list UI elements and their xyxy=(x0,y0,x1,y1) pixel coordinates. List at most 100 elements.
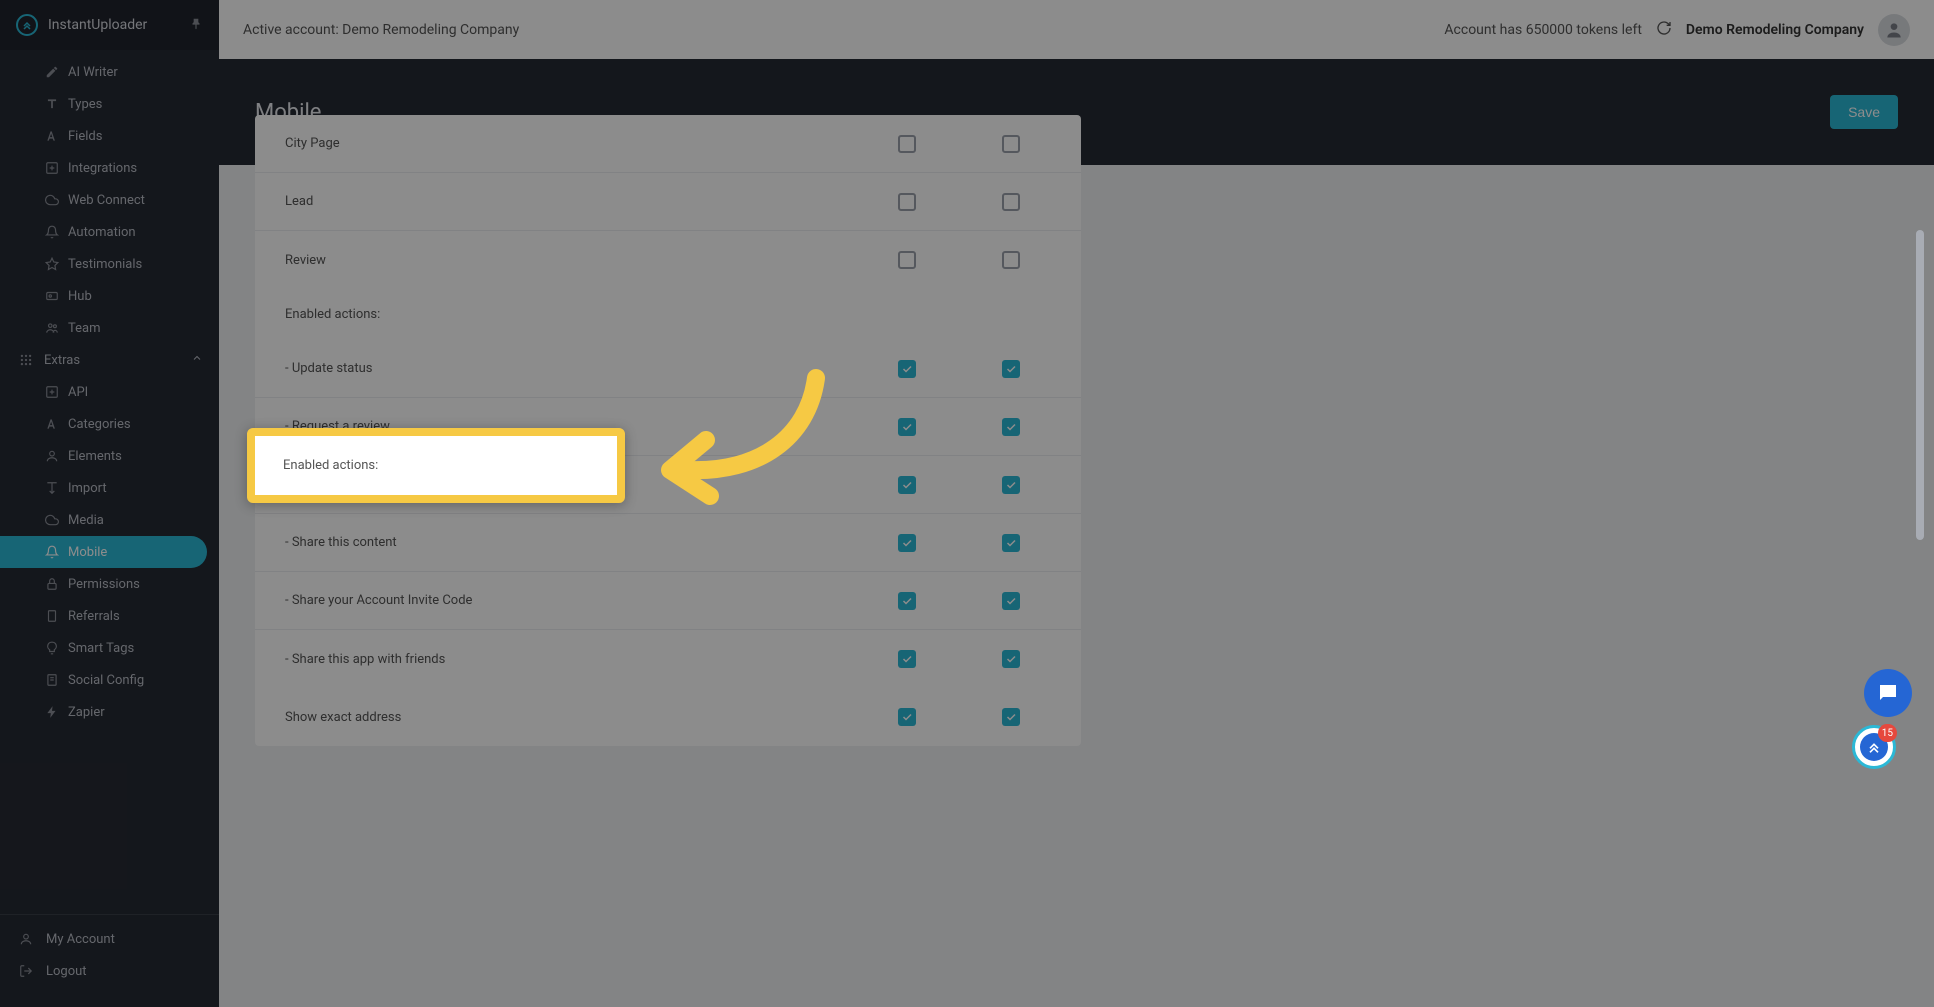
avatar[interactable] xyxy=(1878,14,1910,46)
person-icon xyxy=(44,449,60,463)
row-check-1 xyxy=(855,476,959,494)
brand-name: InstantUploader xyxy=(48,17,179,33)
sidebar-item-logout[interactable]: Logout xyxy=(0,955,219,987)
scrollbar[interactable] xyxy=(1916,172,1924,792)
checkbox-empty-icon[interactable] xyxy=(898,193,916,211)
table-row: Share this app with friends xyxy=(255,630,1081,688)
bolt-icon xyxy=(44,705,60,719)
sidebar-item-categories[interactable]: Categories xyxy=(0,408,219,440)
checkbox-checked-icon[interactable] xyxy=(1002,650,1020,668)
row-check-2 xyxy=(959,135,1063,153)
sidebar-item-smart-tags[interactable]: Smart Tags xyxy=(0,632,219,664)
bell-icon xyxy=(44,545,60,559)
lock-icon xyxy=(44,577,60,591)
sidebar-item-web-connect[interactable]: Web Connect xyxy=(0,184,219,216)
row-check-2 xyxy=(959,592,1063,610)
badge-icon xyxy=(44,289,60,303)
sidebar-item-referrals[interactable]: Referrals xyxy=(0,600,219,632)
sidebar-item-team[interactable]: Team xyxy=(0,312,219,344)
page-icon xyxy=(44,673,60,687)
sidebar-item-automation[interactable]: Automation xyxy=(0,216,219,248)
sidebar-item-fields[interactable]: Fields xyxy=(0,120,219,152)
row-check-2 xyxy=(959,418,1063,436)
checkbox-checked-icon[interactable] xyxy=(898,708,916,726)
checkbox-checked-icon[interactable] xyxy=(898,360,916,378)
checkbox-empty-icon[interactable] xyxy=(1002,193,1020,211)
section-enabled-actions: Enabled actions: xyxy=(255,289,1081,340)
highlight-label: Enabled actions: xyxy=(283,458,378,473)
row-check-2 xyxy=(959,650,1063,668)
sidebar-item-import[interactable]: Import xyxy=(0,472,219,504)
checkbox-checked-icon[interactable] xyxy=(898,476,916,494)
cloud-icon xyxy=(44,193,60,207)
row-check-2 xyxy=(959,360,1063,378)
sidebar-footer: My Account Logout xyxy=(0,914,219,1007)
checkbox-checked-icon[interactable] xyxy=(1002,708,1020,726)
sidebar-item-testimonials[interactable]: Testimonials xyxy=(0,248,219,280)
scrollbar-thumb[interactable] xyxy=(1916,230,1924,540)
table-row: Share this content xyxy=(255,514,1081,572)
people-icon xyxy=(44,321,60,335)
checkbox-empty-icon[interactable] xyxy=(898,251,916,269)
row-check-2 xyxy=(959,534,1063,552)
row-label: Lead xyxy=(273,194,855,209)
checkbox-checked-icon[interactable] xyxy=(1002,534,1020,552)
person-icon xyxy=(18,932,34,946)
table-row: Lead xyxy=(255,173,1081,231)
checkbox-checked-icon[interactable] xyxy=(898,650,916,668)
sidebar-item-api[interactable]: API xyxy=(0,376,219,408)
sidebar-item-social-config[interactable]: Social Config xyxy=(0,664,219,696)
row-check-2 xyxy=(959,708,1063,726)
sidebar-item-label: My Account xyxy=(46,932,115,947)
company-name[interactable]: Demo Remodeling Company xyxy=(1686,22,1864,38)
help-floating-button[interactable]: 15 xyxy=(1852,725,1896,769)
checkbox-checked-icon[interactable] xyxy=(1002,360,1020,378)
font-icon xyxy=(44,417,60,431)
pin-icon[interactable] xyxy=(189,16,203,35)
sidebar-group-extras[interactable]: Extras xyxy=(0,344,219,376)
checkbox-empty-icon[interactable] xyxy=(898,135,916,153)
row-check-1 xyxy=(855,135,959,153)
sidebar-item-my-account[interactable]: My Account xyxy=(0,923,219,955)
table-row: Update status xyxy=(255,340,1081,398)
tokens-label: Account has 650000 tokens left xyxy=(1444,22,1642,38)
text-type-icon xyxy=(44,97,60,111)
sidebar-item-elements[interactable]: Elements xyxy=(0,440,219,472)
row-check-1 xyxy=(855,193,959,211)
checkbox-checked-icon[interactable] xyxy=(898,592,916,610)
sidebar-item-hub[interactable]: Hub xyxy=(0,280,219,312)
sidebar-item-integrations[interactable]: Integrations xyxy=(0,152,219,184)
content-area: City Page Lead Review Enabled actions: U… xyxy=(219,115,1934,1007)
font-icon xyxy=(44,129,60,143)
refresh-icon[interactable] xyxy=(1656,20,1672,40)
exit-icon xyxy=(18,964,34,978)
sidebar-item-permissions[interactable]: Permissions xyxy=(0,568,219,600)
sidebar-nav: AI WriterTypesFieldsIntegrationsWeb Conn… xyxy=(0,50,219,914)
checkbox-checked-icon[interactable] xyxy=(1002,592,1020,610)
checkbox-checked-icon[interactable] xyxy=(898,418,916,436)
notification-badge: 15 xyxy=(1878,724,1897,742)
row-check-1 xyxy=(855,592,959,610)
sidebar-group-label: Extras xyxy=(44,353,80,368)
bell-icon xyxy=(44,225,60,239)
checkbox-checked-icon[interactable] xyxy=(1002,418,1020,436)
checkbox-empty-icon[interactable] xyxy=(1002,135,1020,153)
checkbox-empty-icon[interactable] xyxy=(1002,251,1020,269)
sidebar-item-zapier[interactable]: Zapier xyxy=(0,696,219,728)
sidebar-item-mobile[interactable]: Mobile xyxy=(0,536,207,568)
sidebar-header: InstantUploader xyxy=(0,0,219,50)
row-check-1 xyxy=(855,650,959,668)
sidebar-item-ai-writer[interactable]: AI Writer xyxy=(0,56,219,88)
topbar: Active account: Demo Remodeling Company … xyxy=(219,0,1934,59)
checkbox-checked-icon[interactable] xyxy=(1002,476,1020,494)
checkbox-checked-icon[interactable] xyxy=(898,534,916,552)
table-row: Share your Account Invite Code xyxy=(255,572,1081,630)
table-row: City Page xyxy=(255,115,1081,173)
table-row: Show exact address xyxy=(255,688,1081,746)
sidebar-item-types[interactable]: Types xyxy=(0,88,219,120)
row-label: Share this app with friends xyxy=(273,652,855,667)
main-area: Active account: Demo Remodeling Company … xyxy=(219,0,1934,1007)
sidebar-item-media[interactable]: Media xyxy=(0,504,219,536)
chat-button[interactable] xyxy=(1864,669,1912,717)
bulb-icon xyxy=(44,641,60,655)
